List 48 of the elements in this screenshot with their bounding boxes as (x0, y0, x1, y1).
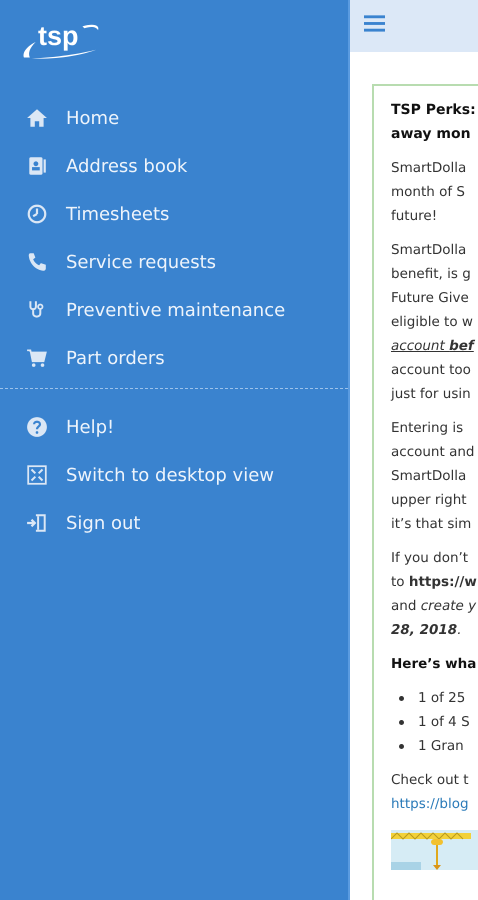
text-line: Check out t (391, 771, 469, 790)
text-line: account bef (391, 337, 474, 356)
list-item: 1 Gran (391, 734, 464, 758)
text-line: just for usin (391, 385, 471, 404)
nav-item[interactable]: Help! (26, 403, 114, 451)
text-line: Future Give (391, 289, 469, 308)
text-line: eligible to w (391, 313, 473, 332)
text-line: to https://w (391, 573, 477, 592)
nav-item[interactable]: Switch to desktop view (26, 451, 274, 499)
text-line: upper right (391, 491, 467, 510)
section-heading: Here’s wha (391, 655, 476, 674)
cart-icon (26, 347, 48, 369)
home-icon (26, 107, 48, 129)
text-line: SmartDolla (391, 241, 466, 260)
nav-item[interactable]: Timesheets (26, 190, 170, 238)
expand-icon (26, 464, 48, 486)
text-line: account too (391, 361, 471, 380)
nav-item[interactable]: Home (26, 94, 120, 142)
nav-item[interactable]: Address book (26, 142, 188, 190)
text-line: SmartDolla (391, 467, 466, 486)
nav-item[interactable]: Service requests (26, 238, 216, 286)
text-line: SmartDolla (391, 159, 466, 178)
article-title: away mon (391, 125, 472, 144)
sign-out-icon (26, 512, 48, 534)
list-item: 1 of 25 (391, 686, 466, 710)
bullet-icon (399, 696, 404, 700)
text-line: If you don’t (391, 549, 468, 568)
article-title: TSP Perks: (391, 101, 477, 120)
bullet-icon (399, 720, 404, 724)
text-line: future! (391, 207, 438, 226)
bullet-icon (399, 744, 404, 748)
nav-item[interactable]: Sign out (26, 499, 140, 547)
text-line: 28, 2018. (391, 621, 462, 640)
text-line: it’s that sim (391, 515, 472, 534)
text-line: Entering is (391, 419, 464, 438)
text-line: benefit, is g (391, 265, 471, 284)
phone-icon (26, 251, 48, 273)
tsp-logo[interactable]: tsp (22, 18, 102, 60)
help-icon (26, 416, 48, 438)
list-item: 1 of 4 S (391, 710, 470, 734)
text-line: account and (391, 443, 474, 462)
menu-icon[interactable] (364, 14, 385, 32)
nav-item[interactable]: Part orders (26, 334, 165, 382)
nav-item[interactable]: Preventive maintenance (26, 286, 286, 334)
text-line: and create y (391, 597, 476, 616)
blog-link[interactable]: https://blog (391, 792, 469, 816)
clock-icon (26, 203, 48, 225)
text-line: month of S (391, 183, 465, 202)
